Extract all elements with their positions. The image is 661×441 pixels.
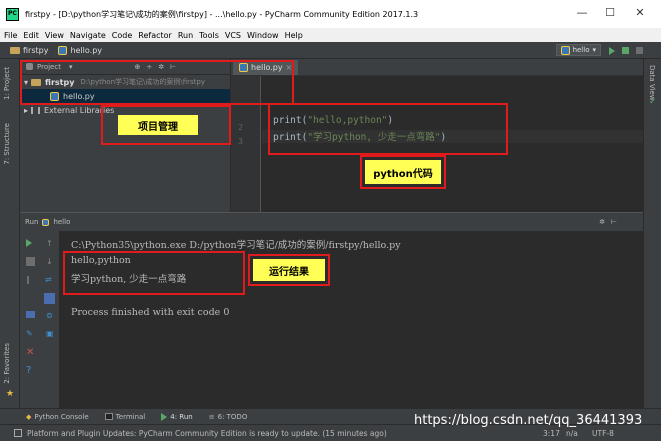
- python-file-icon: [560, 45, 570, 55]
- left-tool-bar: 1: Project 7: Structure 2: Favorites ★: [0, 59, 20, 408]
- run-config-dropdown[interactable]: hello ▾: [555, 44, 601, 56]
- annotation-box-code: [268, 103, 508, 155]
- help-icon[interactable]: ?: [26, 365, 35, 376]
- rerun-icon[interactable]: [26, 239, 32, 247]
- tab-favorites[interactable]: 2: Favorites: [3, 343, 11, 384]
- watermark: https://blog.csdn.net/qq_36441393: [414, 413, 643, 428]
- tab-python-console[interactable]: ◆ Python Console: [26, 413, 89, 421]
- star-icon: ★: [6, 389, 15, 399]
- menu-navigate[interactable]: Navigate: [70, 31, 106, 40]
- chevron-down-icon: ▾: [592, 46, 596, 54]
- menu-bar: File Edit View Navigate Code Refactor Ru…: [0, 28, 661, 42]
- soft-wrap-icon[interactable]: ⇌: [45, 275, 54, 284]
- menu-code[interactable]: Code: [112, 31, 132, 40]
- menu-tools[interactable]: Tools: [199, 31, 219, 40]
- minimize-button[interactable]: —: [574, 6, 590, 20]
- title-bar: firstpy - [D:\python学习笔记\成功的案例\firstpy] …: [0, 0, 661, 28]
- tab-data-view[interactable]: Data View: [648, 65, 656, 101]
- tab-terminal[interactable]: Terminal: [104, 413, 145, 421]
- scroll-end-icon[interactable]: [44, 293, 55, 304]
- console-command: C:\Python35\python.exe D:/python学习笔记/成功的…: [71, 240, 401, 251]
- hide-icon[interactable]: ⊢: [611, 218, 617, 226]
- file-encoding[interactable]: UTF-8: [592, 429, 614, 438]
- trash-icon[interactable]: ▣: [46, 329, 55, 338]
- menu-edit[interactable]: Edit: [23, 31, 39, 40]
- list-icon: ≡: [208, 412, 215, 421]
- menu-file[interactable]: File: [4, 31, 17, 40]
- down-icon[interactable]: ↓: [46, 257, 55, 266]
- annotation-box-output: [63, 251, 245, 295]
- line-number: 2: [238, 123, 243, 132]
- menu-help[interactable]: Help: [285, 31, 303, 40]
- stop-icon[interactable]: [26, 257, 35, 266]
- pin-icon[interactable]: ✎: [26, 329, 35, 338]
- run-icon: [161, 412, 168, 421]
- caret-position[interactable]: 3:17: [543, 429, 560, 438]
- annotation-box-project: [20, 60, 294, 105]
- stop-icon[interactable]: [636, 47, 643, 54]
- pause-icon[interactable]: ∥: [26, 275, 35, 284]
- python-file-icon: [58, 45, 68, 55]
- run-toolbar: ↑ ↓ ∥ ⇌ ⊜ ✎ ▣ ✕ ?: [20, 231, 60, 409]
- debug-icon[interactable]: [622, 47, 629, 54]
- python-file-icon: [42, 218, 50, 226]
- status-message[interactable]: Platform and Plugin Updates: PyCharm Com…: [27, 429, 387, 438]
- print-icon[interactable]: ⊜: [46, 311, 55, 320]
- menu-view[interactable]: View: [45, 31, 64, 40]
- annotation-label-output: 运行结果: [253, 259, 325, 281]
- run-panel: Run hello ✲ ⊢ ↑ ↓ ∥ ⇌ ⊜ ✎ ▣ ✕ ? C:\Pytho…: [20, 212, 643, 409]
- gear-icon[interactable]: ✲: [599, 218, 605, 226]
- terminal-icon: [104, 413, 113, 420]
- line-separator[interactable]: n/a: [566, 429, 578, 438]
- up-icon[interactable]: ↑: [46, 239, 55, 248]
- python-icon: ◆: [26, 412, 32, 421]
- window-title: firstpy - [D:\python学习笔记\成功的案例\firstpy] …: [25, 9, 419, 19]
- tab-project[interactable]: 1: Project: [3, 67, 11, 100]
- right-tool-bar: Data View ✓: [643, 59, 661, 408]
- run-panel-header: Run hello ✲ ⊢: [20, 213, 643, 231]
- tab-structure[interactable]: 7: Structure: [3, 123, 11, 165]
- library-icon: [31, 106, 41, 114]
- pycharm-logo-icon: [6, 7, 19, 21]
- status-icon[interactable]: [14, 429, 22, 437]
- layout-icon[interactable]: [26, 311, 35, 318]
- navigation-bar: firstpy hello.py hello ▾: [0, 42, 661, 59]
- console-exit-line: Process finished with exit code 0: [71, 307, 230, 318]
- menu-window[interactable]: Window: [247, 31, 279, 40]
- maximize-button[interactable]: ☐: [602, 6, 618, 20]
- tab-todo[interactable]: ≡ 6: TODO: [209, 413, 248, 421]
- folder-icon: [10, 46, 20, 54]
- line-number: 3: [238, 137, 243, 146]
- menu-vcs[interactable]: VCS: [225, 31, 241, 40]
- breadcrumb-project[interactable]: firstpy: [10, 46, 48, 55]
- tab-run[interactable]: 4: Run: [161, 412, 193, 421]
- annotation-label-code: python代码: [365, 160, 441, 184]
- breadcrumb-file[interactable]: hello.py: [58, 45, 102, 55]
- check-icon: ✓: [649, 97, 657, 107]
- close-button[interactable]: ✕: [632, 6, 648, 20]
- expand-arrow-icon: ▸: [24, 105, 29, 115]
- menu-run[interactable]: Run: [178, 31, 193, 40]
- close-icon[interactable]: ✕: [26, 347, 35, 358]
- pycharm-window: firstpy - [D:\python学习笔记\成功的案例\firstpy] …: [0, 0, 661, 441]
- menu-refactor[interactable]: Refactor: [138, 31, 172, 40]
- annotation-label-project: 项目管理: [118, 115, 198, 135]
- run-icon[interactable]: [609, 47, 615, 55]
